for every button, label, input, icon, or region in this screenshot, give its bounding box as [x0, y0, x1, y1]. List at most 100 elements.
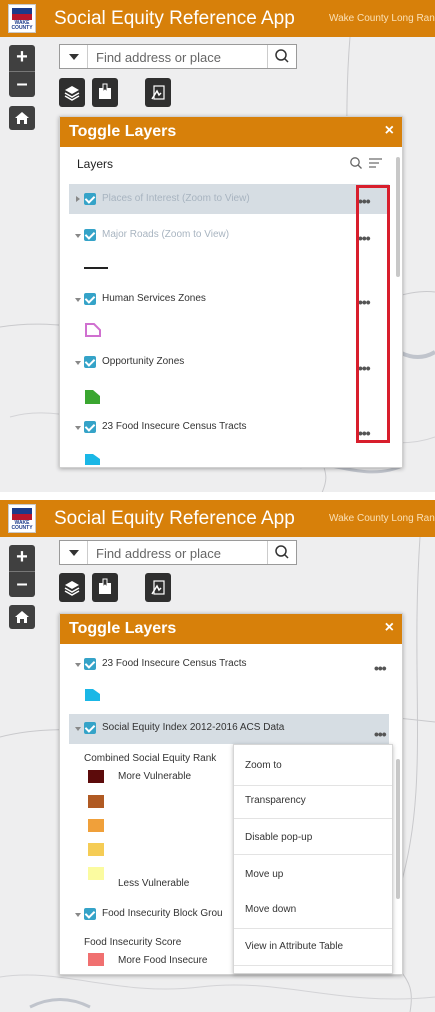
layer-label: Human Services Zones [102, 293, 206, 304]
collapse-caret-icon[interactable] [75, 298, 81, 302]
bookmark-widget-button[interactable] [92, 573, 118, 602]
layer-more-options-button[interactable]: ••• [374, 727, 387, 741]
menu-item-view-attribute-table[interactable]: View in Attribute Table [234, 941, 392, 952]
layer-label: 23 Food Insecure Census Tracts [102, 421, 247, 432]
layer-checkbox[interactable] [84, 658, 96, 670]
search-source-dropdown[interactable] [60, 45, 88, 68]
zoom-out-button[interactable]: – [9, 572, 35, 598]
menu-item-move-down[interactable]: Move down [234, 904, 392, 915]
layer-checkbox[interactable] [84, 193, 96, 205]
search-box: Find address or place [59, 44, 297, 69]
layer-label: Social Equity Index 2012-2016 ACS Data [102, 722, 285, 733]
search-input[interactable]: Find address or place [96, 546, 221, 561]
collapse-caret-icon[interactable] [75, 234, 81, 238]
layer-checkbox[interactable] [84, 908, 96, 920]
app-subtitle: Wake County Long Range Plan [329, 13, 435, 24]
collapse-caret-icon[interactable] [75, 727, 81, 731]
search-input[interactable]: Find address or place [96, 50, 221, 65]
legend-swatch-4 [88, 843, 104, 856]
panel-close-button[interactable]: × [385, 619, 394, 637]
layers-widget-button[interactable] [59, 78, 85, 107]
search-box: Find address or place [59, 540, 297, 565]
layer-options-icon[interactable] [368, 156, 384, 170]
home-button[interactable] [9, 605, 35, 629]
filter-search-icon[interactable] [349, 156, 363, 170]
legend-widget-button[interactable] [145, 78, 171, 107]
zoom-out-button[interactable]: – [9, 72, 35, 98]
collapse-caret-icon[interactable] [75, 663, 81, 667]
home-icon [15, 112, 29, 124]
food-insecure-tract-symbol [85, 454, 100, 465]
county-logo: WAKE COUNTY [8, 4, 36, 33]
layer-label: Major Roads (Zoom to View) [102, 229, 230, 240]
layer-checkbox[interactable] [84, 722, 96, 734]
food-legend-title: Food Insecurity Score [84, 937, 182, 948]
search-icon [275, 49, 289, 63]
layer-row-food-insecure-tracts[interactable]: 23 Food Insecure Census Tracts ••• [60, 658, 390, 688]
panel-scrollbar[interactable] [396, 759, 400, 899]
layer-checkbox[interactable] [84, 293, 96, 305]
legend-swatch-3 [88, 819, 104, 832]
layers-icon [64, 86, 80, 101]
layer-row-opportunity-zones[interactable]: Opportunity Zones ••• [60, 356, 390, 386]
layer-label: Opportunity Zones [102, 356, 185, 367]
home-icon [15, 611, 29, 623]
logo-text: WAKE COUNTY [11, 520, 33, 531]
zoom-controls: + – [9, 45, 35, 97]
county-logo: WAKE COUNTY [8, 504, 36, 533]
panel-title: Toggle Layers [69, 123, 177, 140]
zoom-controls: + – [9, 545, 35, 597]
toggle-layers-panel: Toggle Layers × 23 Food Insecure Census … [59, 613, 403, 975]
menu-item-transparency[interactable]: Transparency [234, 795, 392, 806]
opportunity-zone-symbol [85, 390, 100, 404]
legend-widget-button[interactable] [145, 573, 171, 602]
food-insecure-tract-symbol [85, 689, 100, 701]
search-source-dropdown[interactable] [60, 541, 88, 564]
bookmark-map-icon [99, 83, 111, 99]
layer-row-food-insecure-tracts[interactable]: 23 Food Insecure Census Tracts ••• [60, 421, 390, 451]
layer-row-food-insecurity-block-group[interactable]: Food Insecurity Block Grou [60, 908, 260, 938]
legend-title: Combined Social Equity Rank [84, 753, 217, 764]
app-header: WAKE COUNTY Social Equity Reference App … [0, 500, 435, 537]
layer-row-places-of-interest[interactable]: Places of Interest (Zoom to View) ••• [60, 193, 390, 223]
screenshot-top: WAKE COUNTY Social Equity Reference App … [0, 0, 435, 492]
legend-swatch-2 [88, 795, 104, 808]
panel-close-button[interactable]: × [385, 122, 394, 140]
more-options-highlight-box [356, 185, 390, 443]
food-legend-label: More Food Insecure [118, 955, 208, 966]
toggle-layers-panel: Toggle Layers × Layers Places of Interes… [59, 116, 403, 468]
app-subtitle: Wake County Long Range Plan [329, 513, 435, 524]
collapse-caret-icon[interactable] [75, 426, 81, 430]
layer-label: 23 Food Insecure Census Tracts [102, 658, 247, 669]
layer-row-human-services-zones[interactable]: Human Services Zones ••• [60, 293, 390, 323]
layer-row-major-roads[interactable]: Major Roads (Zoom to View) ••• [60, 229, 390, 259]
layers-widget-button[interactable] [59, 573, 85, 602]
search-button[interactable] [267, 541, 296, 564]
layer-checkbox[interactable] [84, 229, 96, 241]
screenshot-bottom: WAKE COUNTY Social Equity Reference App … [0, 500, 435, 1012]
zoom-in-button[interactable]: + [9, 45, 35, 71]
search-button[interactable] [267, 45, 296, 68]
human-services-zone-symbol [85, 323, 101, 337]
zoom-in-button[interactable]: + [9, 545, 35, 571]
panel-title: Toggle Layers [69, 620, 177, 637]
legend-swatch-5 [88, 867, 104, 880]
food-legend-swatch [88, 953, 104, 966]
layer-checkbox[interactable] [84, 356, 96, 368]
expand-caret-icon[interactable] [76, 196, 80, 202]
home-button[interactable] [9, 106, 35, 130]
menu-item-move-up[interactable]: Move up [234, 869, 392, 880]
app-title: Social Equity Reference App [54, 508, 295, 529]
collapse-caret-icon[interactable] [75, 913, 81, 917]
app-header: WAKE COUNTY Social Equity Reference App … [0, 0, 435, 37]
layers-heading: Layers [77, 157, 114, 171]
search-icon [275, 545, 289, 559]
bookmark-widget-button[interactable] [92, 78, 118, 107]
layer-more-options-button[interactable]: ••• [374, 661, 387, 675]
panel-scrollbar[interactable] [396, 157, 400, 277]
menu-item-zoom-to[interactable]: Zoom to [234, 760, 392, 771]
legend-label-less-vulnerable: Less Vulnerable [118, 878, 190, 889]
layer-checkbox[interactable] [84, 421, 96, 433]
menu-item-disable-popup[interactable]: Disable pop-up [234, 832, 392, 843]
collapse-caret-icon[interactable] [75, 361, 81, 365]
